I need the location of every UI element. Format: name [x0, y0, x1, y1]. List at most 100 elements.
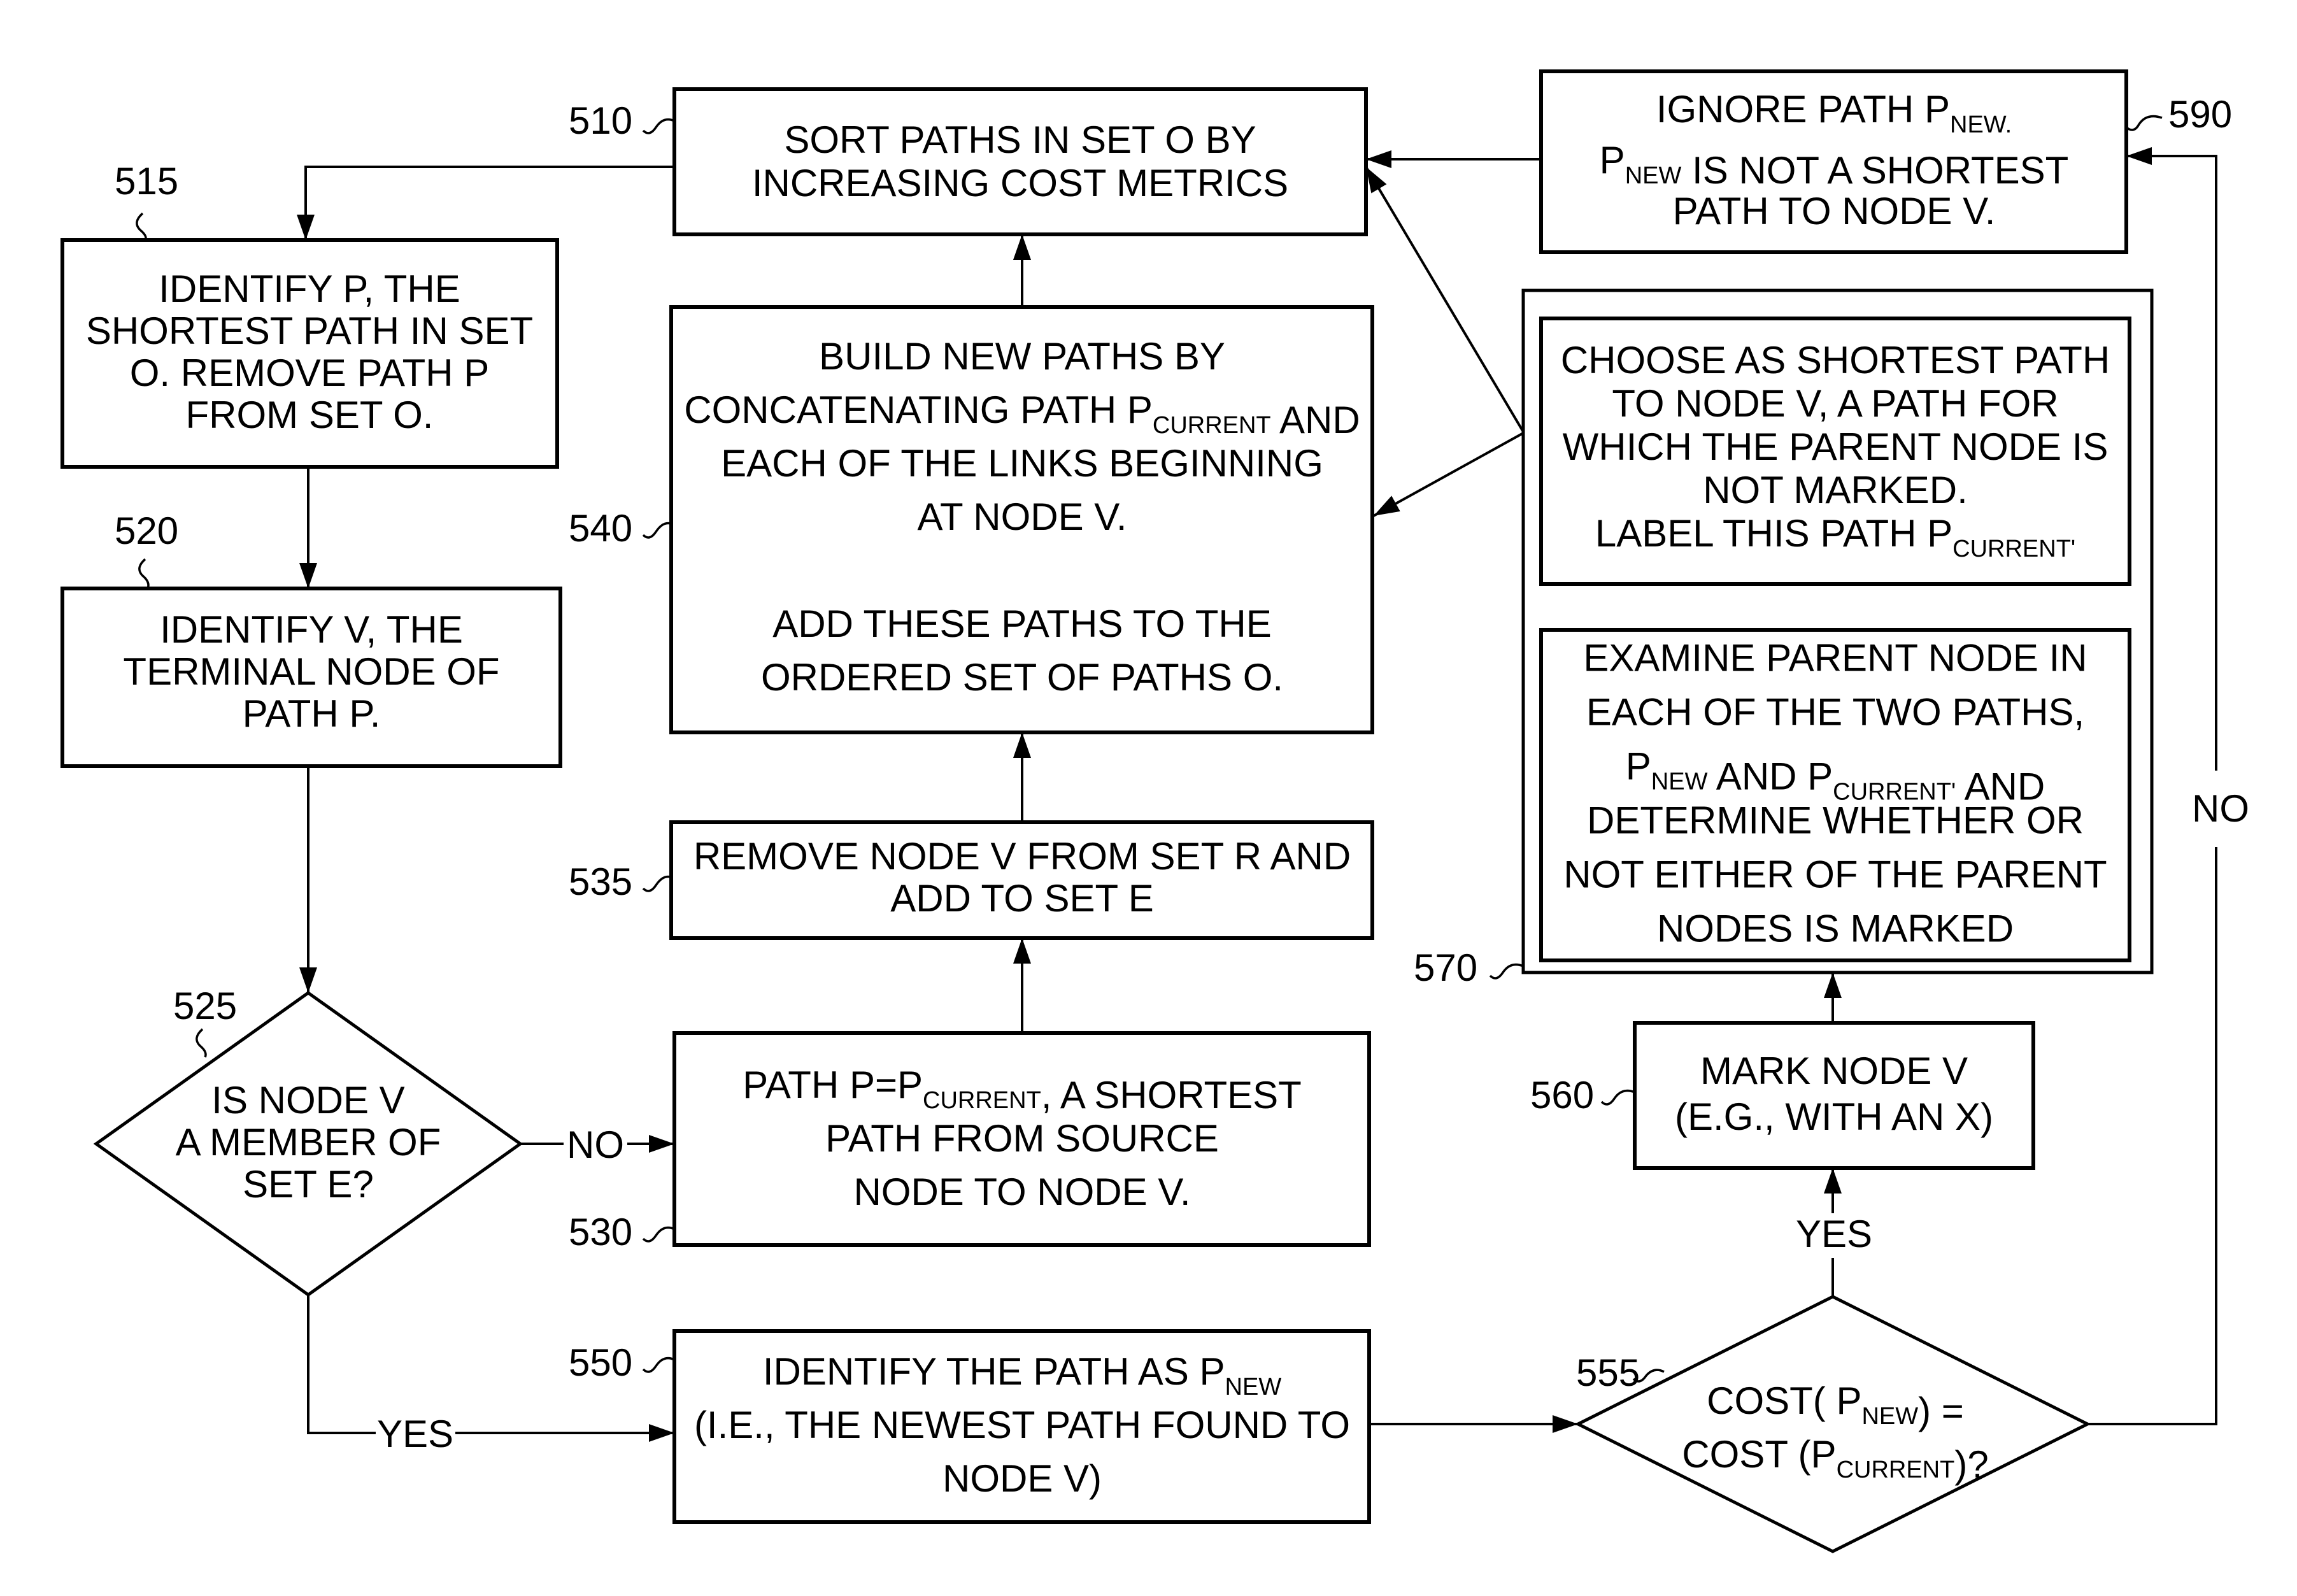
label-yes-525: YES — [377, 1413, 453, 1455]
ref-530: 530 — [569, 1211, 632, 1253]
ref-590: 590 — [2168, 93, 2232, 136]
node-560: MARK NODE V (E.G., WITH AN X) — [1633, 1021, 2035, 1170]
text-segment: IGNORE PATH P — [1656, 88, 1950, 131]
ref-555: 555 — [1576, 1351, 1640, 1394]
text-line: SET E? — [243, 1163, 374, 1206]
node-510: SORT PATHS IN SET O BY INCREASING COST ME… — [672, 87, 1368, 236]
text-line: TO NODE V, A PATH FOR — [1612, 382, 2058, 425]
text-segment: (E.G., WITH AN X) — [1675, 1095, 1993, 1138]
text-line: NODE V) — [942, 1457, 1102, 1500]
edge-525-550-a — [307, 1295, 376, 1434]
subscript: NEW — [1625, 162, 1682, 189]
text-line — [1017, 549, 1028, 592]
ref-535: 535 — [569, 860, 632, 903]
text-segment: ADD THESE PATHS TO THE — [772, 602, 1272, 645]
text-segment: NODE V) — [942, 1457, 1102, 1500]
text-segment: INCREASING COST METRICS — [752, 162, 1288, 204]
text-segment: AT NODE V. — [917, 495, 1127, 538]
ref-510: 510 — [569, 99, 632, 142]
text-line: WHICH THE PARENT NODE IS — [1563, 425, 2109, 468]
text-segment: SORT PATHS IN SET O BY — [784, 118, 1256, 161]
text-segment: COST (P — [1682, 1433, 1836, 1476]
ref-550-squiggle — [642, 1357, 675, 1373]
text-segment: TO NODE V, A PATH FOR — [1612, 382, 2058, 425]
ref-525: 525 — [173, 985, 237, 1027]
label-no-525: NO — [567, 1123, 624, 1166]
ref-550: 550 — [569, 1341, 632, 1384]
text-line: SORT PATHS IN SET O BY — [784, 118, 1256, 161]
edge-570-540 — [1373, 432, 1524, 517]
text-segment: CONCATENATING PATH P — [684, 388, 1153, 431]
node-555-diamond — [1574, 1295, 2091, 1553]
text-line: NODES IS MARKED — [1657, 908, 2014, 950]
text-line: (E.G., WITH AN X) — [1675, 1095, 1993, 1138]
text-line: PATH FROM SOURCE — [825, 1117, 1219, 1160]
ref-520: 520 — [115, 509, 178, 552]
text-segment: COST( P — [1707, 1379, 1861, 1422]
text-line: DETERMINE WHETHER OR — [1587, 799, 2084, 842]
text-segment: DETERMINE WHETHER OR — [1587, 799, 2084, 842]
text-line: O. REMOVE PATH P — [130, 352, 490, 394]
ref-570-squiggle — [1489, 963, 1524, 980]
text-segment: O. REMOVE PATH P — [130, 352, 490, 394]
node-530: PATH P=PCURRENT, A SHORTEST PATH FROM SOU… — [672, 1031, 1371, 1247]
text-segment: (I.E., THE NEWEST PATH FOUND TO — [694, 1404, 1350, 1446]
text-line: CHOOSE AS SHORTEST PATH — [1561, 339, 2110, 381]
ref-560: 560 — [1530, 1074, 1594, 1116]
text-segment: IDENTIFY V, THE — [160, 608, 463, 651]
text-segment: IDENTIFY THE PATH AS P — [763, 1350, 1225, 1393]
text-segment: EACH OF THE TWO PATHS, — [1586, 691, 2084, 734]
subscript: NEW. — [1950, 111, 2012, 138]
text-line: MARK NODE V — [1700, 1050, 1968, 1092]
text-line: EACH OF THE LINKS BEGINNING — [721, 442, 1323, 485]
flowchart: SORT PATHS IN SET O BY INCREASING COST ME… — [60, 69, 2249, 1553]
text-line: SHORTEST PATH IN SET — [86, 310, 533, 352]
subscript: NEW — [1651, 769, 1708, 795]
text-line: (I.E., THE NEWEST PATH FOUND TO — [694, 1404, 1350, 1446]
node-515: IDENTIFY P, THE SHORTEST PATH IN SET O. RE… — [60, 238, 559, 469]
text-segment: ORDERED SET OF PATHS O. — [761, 656, 1283, 699]
text-segment: IS NOT A SHORTEST — [1681, 149, 2068, 192]
ref-515: 515 — [115, 160, 178, 203]
text-line: IDENTIFY V, THE — [160, 608, 463, 651]
ref-520-squiggle — [138, 558, 150, 589]
text-line: ORDERED SET OF PATHS O. — [761, 656, 1283, 699]
text-line: A MEMBER OF — [176, 1121, 441, 1164]
ref-535-squiggle — [642, 875, 673, 892]
text-segment: BUILD NEW PATHS BY — [819, 335, 1225, 378]
text-segment: P — [1626, 745, 1651, 788]
text-line: IDENTIFY P, THE — [159, 267, 460, 310]
text-segment: AND P — [1707, 755, 1833, 798]
text-segment: A MEMBER OF — [176, 1121, 441, 1164]
text-segment: SHORTEST PATH IN SET — [86, 310, 533, 352]
ref-510-squiggle — [642, 118, 675, 134]
subscript: CURRENT — [1153, 412, 1271, 439]
text-segment: PATH P=P — [743, 1064, 923, 1106]
text-segment: PATH P. — [243, 692, 381, 735]
text-segment: NOT EITHER OF THE PARENT — [1563, 853, 2107, 896]
text-line: PATH P. — [243, 692, 381, 735]
node-570: CHOOSE AS SHORTEST PATH TO NODE V, A PATH… — [1521, 289, 2154, 974]
text-segment: , A SHORTEST — [1041, 1074, 1302, 1116]
text-segment: FROM SET O. — [186, 394, 434, 436]
subscript: CURRENT — [1837, 1457, 1955, 1483]
text-line: TERMINAL NODE OF — [123, 650, 499, 693]
text-line: BUILD NEW PATHS BY — [819, 335, 1225, 378]
text-line: NODE TO NODE V. — [853, 1171, 1190, 1213]
edge-570-510 — [1365, 166, 1525, 433]
ref-540: 540 — [569, 507, 632, 550]
text-segment: AND — [1271, 399, 1360, 441]
label-yes-555: YES — [1796, 1213, 1872, 1255]
label-no-555: NO — [2192, 787, 2249, 830]
text-segment: P — [1600, 139, 1625, 182]
text-line: ADD TO SET E — [890, 877, 1153, 920]
node-535: REMOVE NODE V FROM SET R AND ADD TO SET E — [669, 820, 1374, 940]
edge-510-515 — [297, 166, 674, 240]
text-line: AT NODE V. — [917, 495, 1127, 538]
text-segment: )? — [1954, 1443, 1988, 1486]
text-segment: ) = — [1918, 1390, 1964, 1432]
text-segment: EACH OF THE LINKS BEGINNING — [721, 442, 1323, 485]
subscript: NEW — [1861, 1403, 1918, 1430]
text-segment: TERMINAL NODE OF — [123, 650, 499, 693]
text-line: IS NODE V — [211, 1079, 404, 1122]
